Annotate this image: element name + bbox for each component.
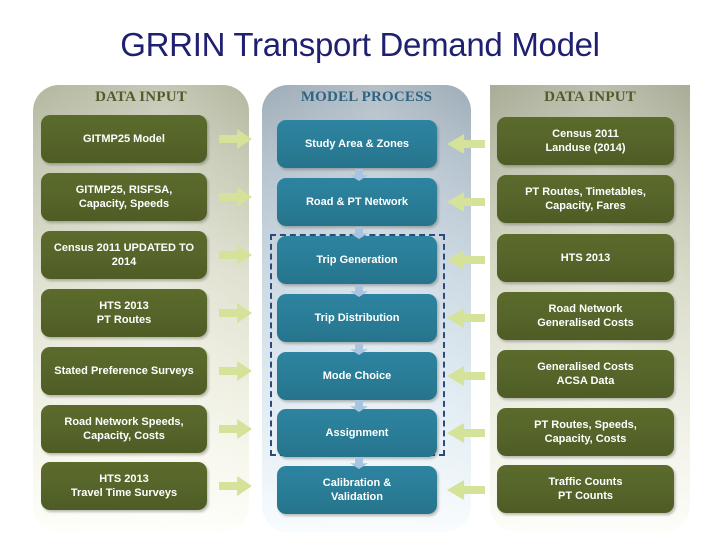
box-line: GITMP25 Model [83, 133, 165, 145]
model-process-box-2[interactable]: Road & PT Network [277, 178, 437, 226]
data-input-box-left-3[interactable]: Census 2011 UPDATED TO 2014 [41, 231, 207, 279]
data-input-box-right-6[interactable]: PT Routes, Speeds, Capacity, Costs [497, 408, 674, 456]
data-input-box-right-4[interactable]: Road Network Generalised Costs [497, 292, 674, 340]
box-line: Travel Time Surveys [70, 487, 178, 499]
model-process-box-3[interactable]: Trip Generation [277, 236, 437, 284]
box-line: Study Area & Zones [304, 138, 410, 150]
box-line: Road & PT Network [305, 196, 409, 208]
box-line: Landuse (2014) [545, 142, 626, 154]
box-line: Traffic Counts [548, 476, 623, 488]
box-line: HTS 2013 [560, 252, 611, 264]
column-header-right: DATA INPUT [544, 89, 636, 105]
data-input-box-left-6[interactable]: Road Network Speeds, Capacity, Costs [41, 405, 207, 453]
box-line: PT Counts [557, 490, 613, 502]
data-input-box-left-2[interactable]: GITMP25, RISFSA, Capacity, Speeds [41, 173, 207, 221]
data-input-box-right-1[interactable]: Census 2011 Landuse (2014) [497, 117, 674, 165]
model-process-box-1[interactable]: Study Area & Zones [277, 120, 437, 168]
data-input-box-right-3[interactable]: HTS 2013 [497, 234, 674, 282]
box-line: Census 2011 UPDATED TO [53, 242, 195, 254]
box-line: PT Routes, Timetables, [525, 186, 646, 198]
data-input-box-left-1[interactable]: GITMP25 Model [41, 115, 207, 163]
column-header-left: DATA INPUT [95, 89, 187, 105]
box-line: Assignment [325, 427, 389, 439]
box-line: Trip Generation [316, 254, 398, 266]
model-process-box-4[interactable]: Trip Distribution [277, 294, 437, 342]
column-header-middle: MODEL PROCESS [300, 89, 433, 105]
model-process-box-6[interactable]: Assignment [277, 409, 437, 457]
box-line: Stated Preference Surveys [54, 365, 194, 377]
box-line: Generalised Costs [537, 361, 634, 373]
box-line: Road Network [548, 303, 623, 315]
box-line: PT Routes [96, 314, 152, 326]
data-input-box-left-5[interactable]: Stated Preference Surveys [41, 347, 207, 395]
box-line: Capacity, Speeds [78, 198, 170, 210]
box-line: 2014 [111, 256, 137, 268]
box-line: Capacity, Fares [545, 200, 626, 212]
box-line: Mode Choice [322, 370, 392, 382]
box-line: Validation [331, 491, 383, 503]
model-process-box-5[interactable]: Mode Choice [277, 352, 437, 400]
box-line: Capacity, Costs [83, 430, 165, 442]
box-line: Calibration & [322, 477, 392, 489]
data-input-box-left-4[interactable]: HTS 2013 PT Routes [41, 289, 207, 337]
box-line: Census 2011 [552, 128, 619, 140]
slide-canvas: GRRIN Transport Demand Model DATA INPUT … [0, 0, 720, 540]
model-process-box-7[interactable]: Calibration & Validation [277, 466, 437, 514]
box-line: HTS 2013 [99, 300, 149, 312]
box-line: Road Network Speeds, [64, 416, 184, 428]
box-line: Trip Distribution [314, 312, 400, 324]
data-input-box-right-5[interactable]: Generalised Costs ACSA Data [497, 350, 674, 398]
box-line: ACSA Data [556, 375, 615, 387]
box-line: HTS 2013 [99, 473, 149, 485]
page-title: GRRIN Transport Demand Model [120, 26, 600, 63]
data-input-box-right-7[interactable]: Traffic Counts PT Counts [497, 465, 674, 513]
box-line: PT Routes, Speeds, [534, 419, 637, 431]
box-line: Generalised Costs [537, 317, 634, 329]
box-line: Capacity, Costs [544, 433, 627, 445]
box-line: GITMP25, RISFSA, [75, 184, 173, 196]
data-input-box-right-2[interactable]: PT Routes, Timetables, Capacity, Fares [497, 175, 674, 223]
data-input-box-left-7[interactable]: HTS 2013 Travel Time Surveys [41, 462, 207, 510]
